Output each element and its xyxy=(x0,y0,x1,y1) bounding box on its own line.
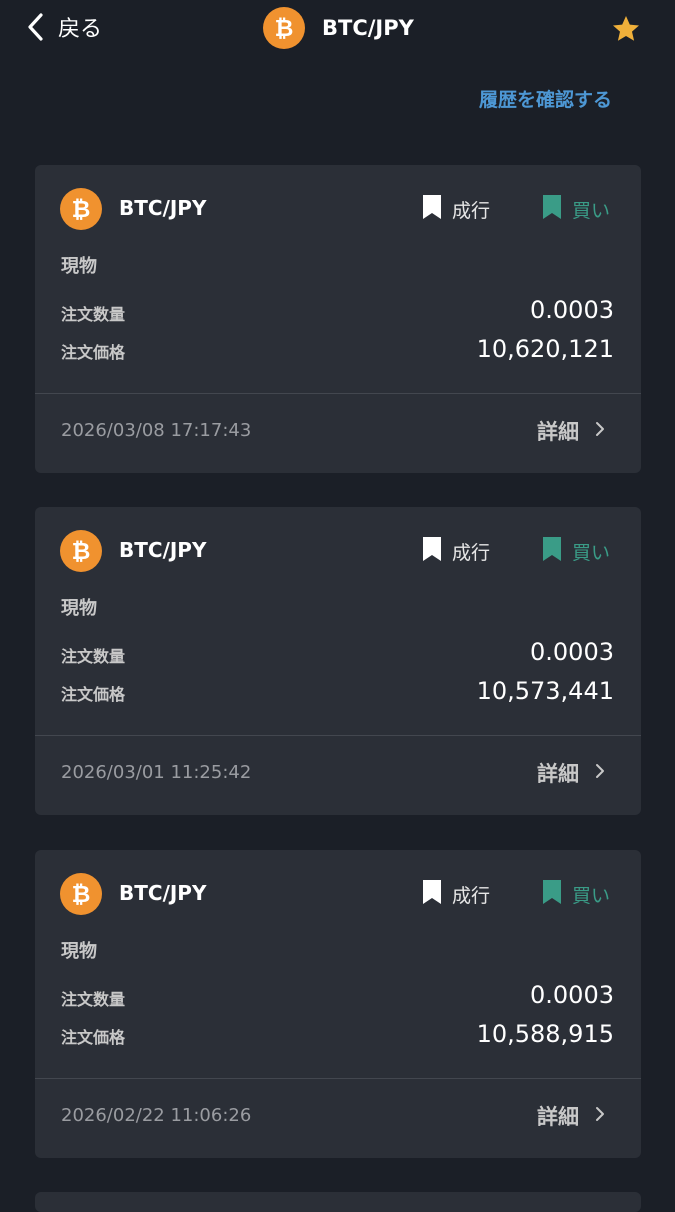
detail-button[interactable]: 詳細 xyxy=(537,1101,605,1131)
bookmark-icon xyxy=(542,536,562,566)
order-pair: BTC/JPY xyxy=(119,538,207,562)
order-type-tag: 成行 xyxy=(422,536,490,566)
star-icon xyxy=(611,16,641,48)
favorite-star-button[interactable] xyxy=(611,14,641,44)
chevron-left-icon xyxy=(26,12,44,42)
svg-text:₿: ₿ xyxy=(275,16,294,42)
bookmark-icon xyxy=(542,879,562,909)
back-label: 戻る xyxy=(58,17,103,42)
bitcoin-icon: ₿ xyxy=(60,873,102,915)
order-pair: BTC/JPY xyxy=(119,196,207,220)
detail-button[interactable]: 詳細 xyxy=(537,416,605,446)
order-side-tag: 買い xyxy=(542,536,610,566)
price-value: 10,588,915 xyxy=(476,1020,614,1048)
order-side-tag: 買い xyxy=(542,194,610,224)
bitcoin-icon: ₿ xyxy=(263,7,305,49)
order-card-body: ₿ BTC/JPY 成行 買い 現物 注文数量 0.0003 注文価格 10,5… xyxy=(35,850,641,1078)
order-card-footer: 2026/03/08 17:17:43 詳細 xyxy=(35,394,641,473)
bookmark-icon xyxy=(422,194,442,224)
price-label: 注文価格 xyxy=(61,343,126,362)
order-datetime: 2026/02/22 11:06:26 xyxy=(61,1105,252,1126)
order-type-label: 成行 xyxy=(452,884,491,907)
order-side-label: 買い xyxy=(572,541,611,564)
order-datetime: 2026/03/01 11:25:42 xyxy=(61,762,252,783)
bookmark-icon xyxy=(422,879,442,909)
page-title-group: ₿ BTC/JPY xyxy=(263,7,414,49)
svg-text:₿: ₿ xyxy=(72,539,91,565)
detail-label: 詳細 xyxy=(537,420,579,444)
bitcoin-icon: ₿ xyxy=(60,188,102,230)
quantity-value: 0.0003 xyxy=(530,638,614,666)
chevron-right-icon xyxy=(595,763,605,783)
quantity-label: 注文数量 xyxy=(61,647,126,666)
order-card-partial xyxy=(35,1192,641,1212)
price-label: 注文価格 xyxy=(61,685,126,704)
order-card-footer: 2026/02/22 11:06:26 詳細 xyxy=(35,1079,641,1158)
history-link[interactable]: 履歴を確認する xyxy=(479,85,612,112)
order-card-body: ₿ BTC/JPY 成行 買い 現物 注文数量 0.0003 注文価格 10,5… xyxy=(35,507,641,735)
order-category: 現物 xyxy=(61,941,97,962)
detail-label: 詳細 xyxy=(537,1105,579,1129)
order-card: ₿ BTC/JPY 成行 買い 現物 注文数量 0.0003 注文価格 10,6… xyxy=(35,165,641,473)
order-type-label: 成行 xyxy=(452,541,491,564)
quantity-label: 注文数量 xyxy=(61,990,126,1009)
order-type-label: 成行 xyxy=(452,199,491,222)
bookmark-icon xyxy=(542,194,562,224)
page-title: BTC/JPY xyxy=(322,16,414,40)
detail-button[interactable]: 詳細 xyxy=(537,758,605,788)
order-category: 現物 xyxy=(61,256,97,277)
order-side-tag: 買い xyxy=(542,879,610,909)
bitcoin-icon: ₿ xyxy=(60,530,102,572)
order-side-label: 買い xyxy=(572,884,611,907)
order-card-body: ₿ BTC/JPY 成行 買い 現物 注文数量 0.0003 注文価格 10,6… xyxy=(35,165,641,393)
back-button[interactable]: 戻る xyxy=(26,10,102,44)
order-datetime: 2026/03/08 17:17:43 xyxy=(61,420,252,441)
order-card: ₿ BTC/JPY 成行 買い 現物 注文数量 0.0003 注文価格 10,5… xyxy=(35,850,641,1158)
price-value: 10,620,121 xyxy=(476,335,614,363)
order-card: ₿ BTC/JPY 成行 買い 現物 注文数量 0.0003 注文価格 10,5… xyxy=(35,507,641,815)
order-pair: BTC/JPY xyxy=(119,881,207,905)
bookmark-icon xyxy=(422,536,442,566)
order-type-tag: 成行 xyxy=(422,879,490,909)
order-side-label: 買い xyxy=(572,199,611,222)
order-type-tag: 成行 xyxy=(422,194,490,224)
quantity-value: 0.0003 xyxy=(530,296,614,324)
svg-text:₿: ₿ xyxy=(72,882,91,908)
svg-text:₿: ₿ xyxy=(72,197,91,223)
quantity-value: 0.0003 xyxy=(530,981,614,1009)
quantity-label: 注文数量 xyxy=(61,305,126,324)
order-category: 現物 xyxy=(61,598,97,619)
chevron-right-icon xyxy=(595,421,605,441)
price-label: 注文価格 xyxy=(61,1028,126,1047)
order-card-footer: 2026/03/01 11:25:42 詳細 xyxy=(35,736,641,815)
detail-label: 詳細 xyxy=(537,762,579,786)
price-value: 10,573,441 xyxy=(476,677,614,705)
app-header: 戻る ₿ BTC/JPY xyxy=(0,0,675,56)
chevron-right-icon xyxy=(595,1106,605,1126)
